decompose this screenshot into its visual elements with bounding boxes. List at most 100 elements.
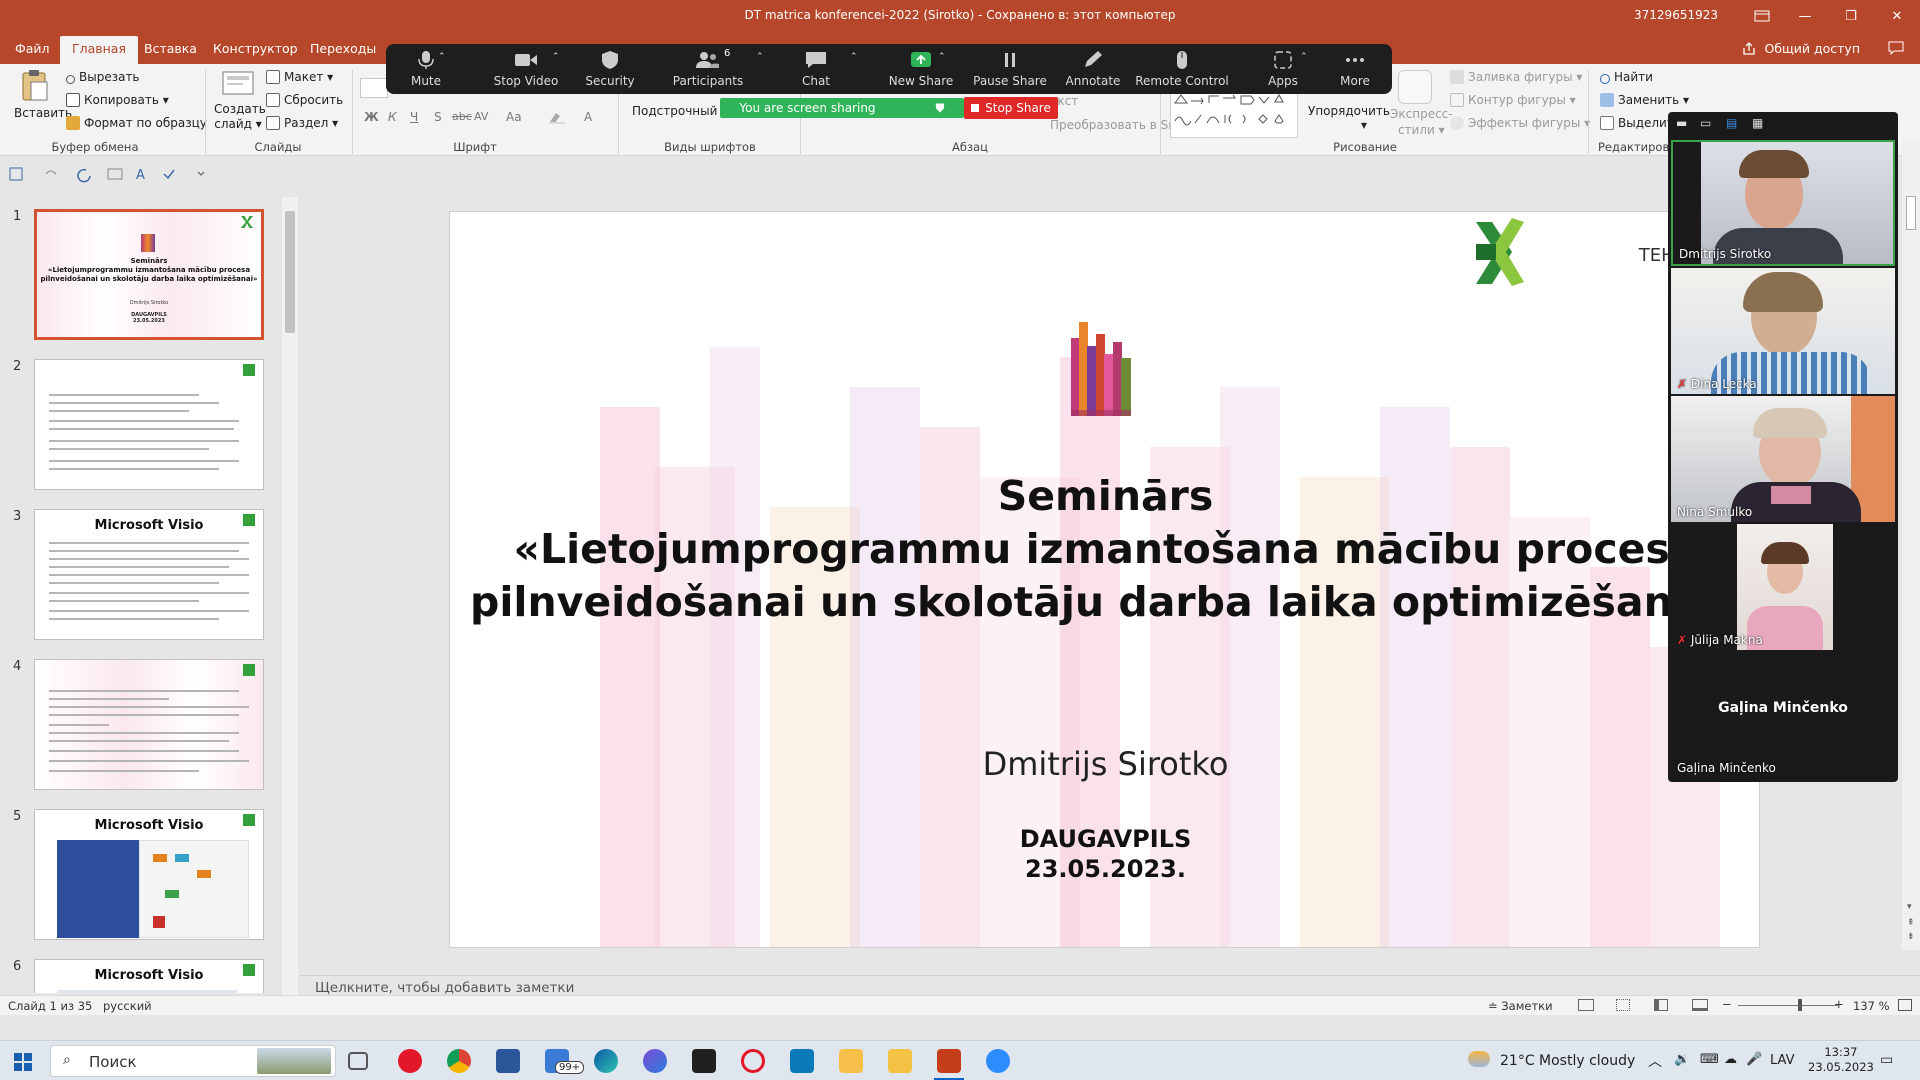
word-icon[interactable] bbox=[496, 1049, 520, 1073]
fit-slide-icon[interactable] bbox=[1898, 999, 1912, 1011]
shapes-gallery[interactable] bbox=[1170, 92, 1298, 138]
zoom-level[interactable]: 137 % bbox=[1853, 999, 1890, 1013]
char-spacing-button[interactable]: AV bbox=[474, 110, 488, 123]
replace-button[interactable]: Заменить ▾ bbox=[1600, 93, 1689, 107]
weather-icon[interactable] bbox=[1468, 1051, 1490, 1067]
notifications-icon[interactable]: ▭ bbox=[1880, 1052, 1893, 1068]
security-button[interactable]: Security bbox=[578, 50, 642, 88]
account-number[interactable]: 37129651923 bbox=[1634, 8, 1718, 22]
onedrive-icon[interactable]: ☁ bbox=[1724, 1052, 1737, 1067]
strikethrough-button[interactable]: abc bbox=[452, 110, 472, 123]
zoom-slider-track[interactable] bbox=[1738, 1005, 1838, 1006]
quick-styles-button[interactable]: Экспресс-стили ▾ bbox=[1390, 106, 1453, 138]
participant-tile[interactable]: ✗ Dina Lecka bbox=[1671, 268, 1895, 394]
task-view-icon[interactable] bbox=[348, 1052, 368, 1070]
scroll-down-icon[interactable]: ▾ bbox=[1907, 902, 1912, 912]
arrange-button[interactable]: Упорядочить ▾ bbox=[1308, 104, 1390, 132]
find-button[interactable]: Найти bbox=[1600, 70, 1653, 84]
prev-slide-icon[interactable]: ⇞ bbox=[1907, 918, 1915, 928]
comments-icon[interactable] bbox=[1888, 41, 1904, 55]
share-button[interactable]: Общий доступ bbox=[1742, 41, 1860, 56]
powerpoint-icon[interactable] bbox=[937, 1049, 961, 1073]
weather-text[interactable]: 21°C Mostly cloudy bbox=[1500, 1053, 1635, 1069]
thumbnail-scrollbar[interactable] bbox=[282, 197, 298, 997]
edge-icon[interactable] bbox=[594, 1049, 618, 1073]
highlight-icon[interactable] bbox=[548, 110, 566, 124]
next-slide-icon[interactable]: ⇟ bbox=[1907, 932, 1915, 942]
opera-icon[interactable] bbox=[398, 1049, 422, 1073]
copy-button[interactable]: Копировать ▾ bbox=[66, 93, 169, 107]
font-name-box[interactable] bbox=[360, 78, 388, 98]
more-button[interactable]: More bbox=[1330, 50, 1380, 88]
slide-sorter-icon[interactable] bbox=[1616, 999, 1630, 1011]
hidden-icons-chevron-icon[interactable]: ︿ bbox=[1648, 1051, 1662, 1071]
font-color-button[interactable]: A bbox=[584, 110, 592, 124]
slide-thumbnail-6[interactable]: Microsoft Visio bbox=[34, 959, 264, 993]
gallery-hide-self-icon[interactable]: ▭ bbox=[1700, 116, 1711, 130]
copilot-icon[interactable] bbox=[643, 1049, 667, 1073]
media-player-icon[interactable] bbox=[839, 1049, 863, 1073]
windows-start-icon[interactable] bbox=[14, 1053, 32, 1071]
participant-tile[interactable]: ✗ Jūlija Makna bbox=[1671, 524, 1895, 650]
audio-device-icon[interactable]: 🔉 bbox=[1674, 1052, 1690, 1067]
tab-design[interactable]: Конструктор bbox=[213, 41, 298, 56]
style-subscript[interactable]: Подстрочный Н bbox=[632, 104, 730, 118]
reading-view-icon[interactable] bbox=[1654, 999, 1668, 1011]
quick-styles-icon[interactable] bbox=[1398, 70, 1432, 104]
zoom-slider-thumb[interactable] bbox=[1798, 999, 1802, 1011]
normal-view-icon[interactable] bbox=[1578, 999, 1594, 1011]
opera-gx-icon[interactable] bbox=[741, 1049, 765, 1073]
slide-scrollbar[interactable]: ▾ ⇞ ⇟ bbox=[1902, 140, 1920, 950]
video-options-chevron-icon[interactable]: ⌃ bbox=[552, 52, 560, 62]
share-options-chevron-icon[interactable]: ⌃ bbox=[938, 52, 946, 62]
gallery-minimize-icon[interactable]: ▬ bbox=[1676, 116, 1687, 130]
close-button[interactable]: ✕ bbox=[1874, 0, 1920, 32]
annotate-button[interactable]: Annotate bbox=[1058, 50, 1128, 88]
underline-button[interactable]: Ч bbox=[410, 110, 418, 124]
shape-outline-button[interactable]: Контур фигуры ▾ bbox=[1450, 93, 1576, 107]
participant-tile[interactable]: Gaļina Minčenko Gaļina Minčenko bbox=[1671, 652, 1895, 778]
zoom-in-button[interactable]: + bbox=[1834, 997, 1844, 1011]
store-icon[interactable] bbox=[790, 1049, 814, 1073]
participant-tile[interactable]: Dmitrijs Sirotko bbox=[1671, 140, 1895, 266]
gallery-grid-view-icon[interactable]: ▦ bbox=[1752, 116, 1763, 130]
notion-icon[interactable] bbox=[692, 1049, 716, 1073]
bold-button[interactable]: Ж bbox=[364, 110, 379, 124]
clock[interactable]: 13:37 23.05.2023 bbox=[1808, 1045, 1874, 1075]
file-explorer-icon[interactable] bbox=[888, 1049, 912, 1073]
new-share-button[interactable]: New Share bbox=[876, 50, 966, 88]
participant-tile[interactable]: Nina Smulko bbox=[1671, 396, 1895, 522]
taskbar-search-box[interactable]: ⌕ Поиск bbox=[50, 1045, 336, 1077]
stop-share-button[interactable]: Stop Share bbox=[964, 97, 1058, 119]
microphone-tray-icon[interactable]: 🎤 bbox=[1746, 1052, 1762, 1067]
chat-chevron-icon[interactable]: ⌃ bbox=[850, 52, 858, 62]
new-slide-button[interactable]: Создать слайд ▾ bbox=[214, 68, 266, 132]
paste-button[interactable]: Вставить bbox=[14, 68, 72, 120]
thumbnail-scroll-thumb[interactable] bbox=[285, 211, 295, 333]
pause-share-button[interactable]: Pause Share bbox=[966, 50, 1054, 88]
slide-thumbnail-3[interactable]: Microsoft Visio bbox=[34, 509, 264, 640]
tab-transitions[interactable]: Переходы bbox=[310, 41, 376, 56]
network-icon[interactable]: ⌨ bbox=[1700, 1052, 1719, 1067]
tab-insert[interactable]: Вставка bbox=[144, 41, 197, 56]
shadow-button[interactable]: S bbox=[434, 110, 442, 124]
shape-effects-button[interactable]: Эффекты фигуры ▾ bbox=[1450, 116, 1590, 130]
slide-thumbnail-4[interactable] bbox=[34, 659, 264, 790]
gallery-speaker-view-icon[interactable]: ▤ bbox=[1726, 116, 1737, 130]
slide-thumbnail-2[interactable] bbox=[34, 359, 264, 490]
chrome-icon[interactable] bbox=[447, 1049, 471, 1073]
format-painter-button[interactable]: Формат по образцу bbox=[66, 116, 207, 130]
slide-thumbnail-1[interactable]: Seminārs «Lietojumprogrammu izmantošana m… bbox=[34, 209, 264, 340]
maximize-button[interactable]: ❐ bbox=[1828, 0, 1874, 32]
section-button[interactable]: Раздел ▾ bbox=[266, 116, 338, 130]
language-indicator[interactable]: русский bbox=[103, 999, 152, 1013]
tab-file[interactable]: Файл bbox=[15, 41, 50, 56]
participants-button[interactable]: Participants bbox=[668, 50, 748, 88]
reset-button[interactable]: Сбросить bbox=[266, 93, 343, 107]
minimize-button[interactable]: — bbox=[1782, 0, 1828, 32]
tab-home[interactable]: Главная bbox=[60, 36, 138, 64]
cut-button[interactable]: Вырезать bbox=[66, 70, 140, 84]
italic-button[interactable]: К bbox=[388, 110, 397, 124]
zoom-out-button[interactable]: − bbox=[1722, 997, 1732, 1011]
apps-chevron-icon[interactable]: ⌃ bbox=[1300, 52, 1308, 62]
